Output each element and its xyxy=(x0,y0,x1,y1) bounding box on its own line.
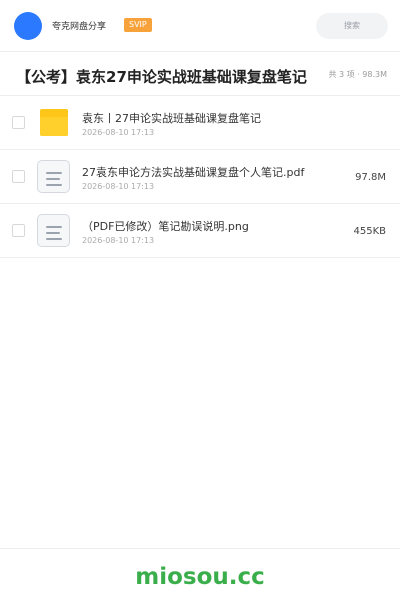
user-name[interactable]: 夸克网盘分享 xyxy=(52,19,106,32)
file-date: 2026-08-10 17:13 xyxy=(82,236,155,245)
header-bar: 夸克网盘分享 SVIP 搜索 xyxy=(0,0,400,52)
row-checkbox[interactable] xyxy=(12,116,25,129)
row-checkbox[interactable] xyxy=(12,224,25,237)
row-checkbox[interactable] xyxy=(12,170,25,183)
file-row[interactable]: （PDF已修改）笔记勘误说明.png 2026-08-10 17:13 455K… xyxy=(0,204,400,258)
file-date: 2026-08-10 17:13 xyxy=(82,182,155,191)
file-summary: 共 3 项 · 98.3M xyxy=(328,70,387,79)
file-name[interactable]: 袁东丨27申论实战班基础课复盘笔记 xyxy=(82,110,261,126)
document-icon xyxy=(37,160,70,193)
file-name[interactable]: 27袁东申论方法实战基础课复盘个人笔记.pdf xyxy=(82,164,304,180)
file-size: 455KB xyxy=(353,226,386,237)
file-date: 2026-08-10 17:13 xyxy=(82,128,155,137)
site-link[interactable]: miosou.cc xyxy=(135,564,265,590)
document-icon xyxy=(37,214,70,247)
title-bar: 【公考】袁东27申论实战班基础课复盘笔记 共 3 项 · 98.3M xyxy=(0,52,400,96)
file-row[interactable]: 袁东丨27申论实战班基础课复盘笔记 2026-08-10 17:13 xyxy=(0,96,400,150)
svip-badge: SVIP xyxy=(124,18,152,32)
page-title: 【公考】袁东27申论实战班基础课复盘笔记 xyxy=(16,68,307,86)
file-row[interactable]: 27袁东申论方法实战基础课复盘个人笔记.pdf 2026-08-10 17:13… xyxy=(0,150,400,204)
search-input[interactable]: 搜索 xyxy=(316,13,388,39)
file-size: 97.8M xyxy=(355,172,386,183)
avatar[interactable] xyxy=(14,12,42,40)
folder-icon xyxy=(40,109,68,136)
footer: miosou.cc xyxy=(0,548,400,600)
file-name[interactable]: （PDF已修改）笔记勘误说明.png xyxy=(82,218,249,234)
